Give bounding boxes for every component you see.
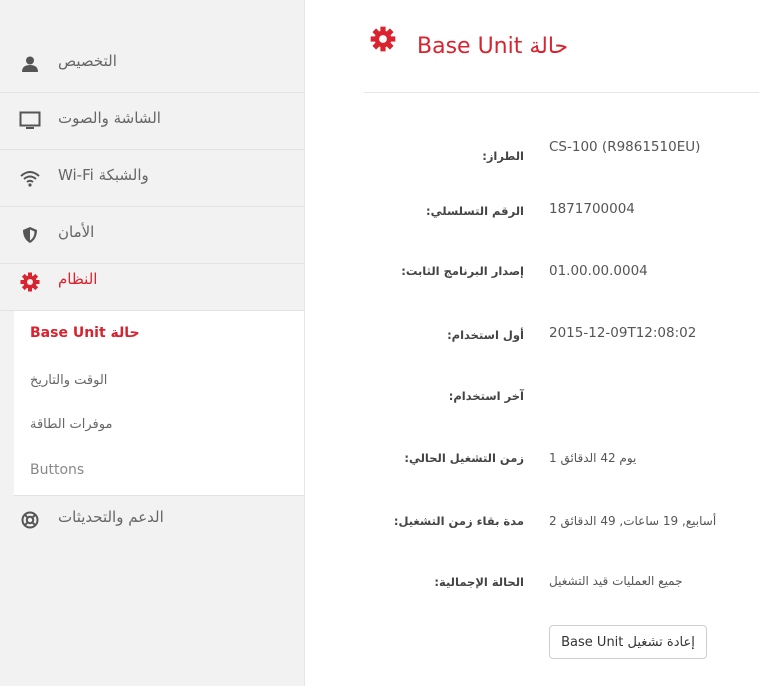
model-label: :الطراز bbox=[482, 149, 524, 163]
sidebar-item-label: النظام bbox=[58, 270, 98, 288]
current-uptime-label: :زمن التشغيل الحالي bbox=[404, 451, 524, 465]
submenu-item-power-savers[interactable]: موفرات الطاقة bbox=[30, 417, 112, 432]
overall-status-value: جميع العمليات قيد التشغيل bbox=[549, 574, 683, 588]
main-panel: Base Unit حالة :الطراز CS-100 (R9861510E… bbox=[304, 0, 759, 686]
submenu-item-base-unit-status[interactable]: Base Unit حالة bbox=[30, 325, 140, 341]
submenu-item-buttons[interactable]: Buttons bbox=[30, 462, 84, 478]
model-value: CS-100 (R9861510EU) bbox=[549, 139, 701, 155]
sidebar-item-label: الدعم والتحديثات bbox=[58, 508, 164, 526]
last-use-label: :آخر استخدام bbox=[448, 389, 524, 403]
gear-icon bbox=[370, 26, 396, 52]
sidebar-item-label: الشاشة والصوت bbox=[58, 109, 161, 127]
lifebuoy-icon bbox=[18, 508, 42, 532]
overall-status-label: :الحالة الإجمالية bbox=[434, 575, 524, 589]
first-use-label: :أول استخدام bbox=[447, 328, 524, 342]
sidebar-item-label: الأمان bbox=[58, 223, 95, 241]
page-title: Base Unit حالة bbox=[417, 34, 569, 59]
sidebar-item-personalization[interactable]: التخصيص bbox=[0, 35, 304, 93]
divider bbox=[364, 92, 759, 93]
gear-icon bbox=[18, 270, 42, 294]
first-use-value: 2015-12-09T12:08:02 bbox=[549, 325, 697, 341]
monitor-icon bbox=[18, 109, 42, 133]
serial-number-label: :الرقم التسلسلي bbox=[426, 204, 524, 218]
shield-icon bbox=[18, 223, 42, 247]
serial-number-value: 1871700004 bbox=[549, 201, 635, 217]
user-icon bbox=[18, 52, 42, 76]
restart-base-unit-button[interactable]: Base Unit إعادة تشغيل bbox=[549, 625, 707, 659]
total-uptime-value: أسابيع, 19 ساعات, 49 الدقائق 2 bbox=[549, 514, 717, 528]
sidebar: التخصيص الشاشة والصوت Wi-Fi والشبكة الأم… bbox=[0, 0, 305, 686]
system-submenu: Base Unit حالة الوقت والتاريخ موفرات الط… bbox=[14, 310, 304, 496]
firmware-version-label: :إصدار البرنامج الثابت bbox=[401, 264, 524, 278]
sidebar-item-label: التخصيص bbox=[58, 52, 117, 70]
sidebar-item-wifi-network[interactable]: Wi-Fi والشبكة bbox=[0, 149, 304, 207]
current-uptime-value: يوم 42 الدقائق 1 bbox=[549, 451, 637, 465]
firmware-version-value: 01.00.00.0004 bbox=[549, 263, 648, 279]
sidebar-item-system[interactable]: النظام bbox=[0, 253, 304, 311]
sidebar-item-support-updates[interactable]: الدعم والتحديثات bbox=[0, 496, 304, 553]
submenu-item-date-time[interactable]: الوقت والتاريخ bbox=[30, 373, 107, 388]
sidebar-item-label: Wi-Fi والشبكة bbox=[58, 166, 149, 184]
sidebar-item-display-sound[interactable]: الشاشة والصوت bbox=[0, 92, 304, 150]
total-uptime-label: :مدة بقاء زمن التشغيل bbox=[393, 514, 524, 528]
wifi-icon bbox=[18, 166, 42, 190]
